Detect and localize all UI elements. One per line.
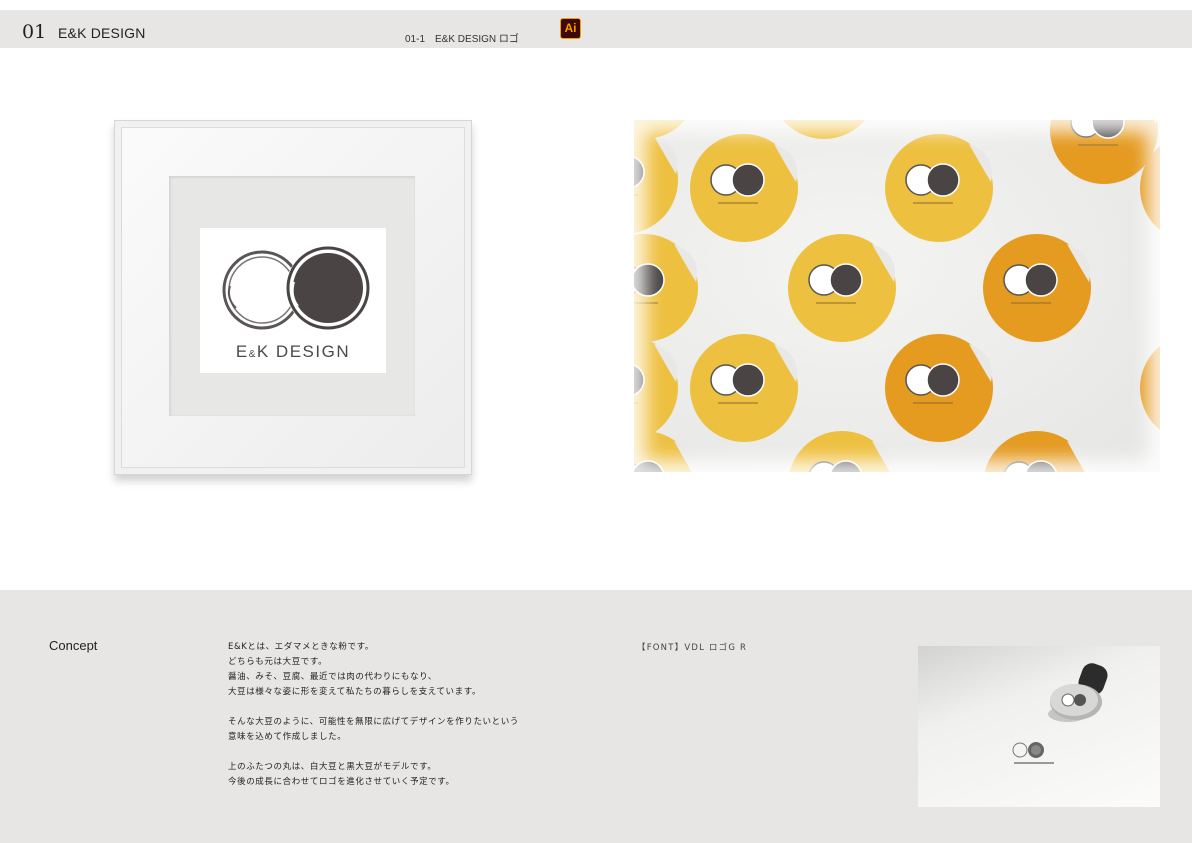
logo-paper: E&K DESIGN [200, 228, 386, 373]
stamp-mockup-photo [918, 646, 1160, 807]
logo-letter-e: E [235, 342, 249, 361]
concept-paragraph-3: 上のふたつの丸は、白大豆と黒大豆がモデルです。 今後の成長に合わせてロゴを進化さ… [228, 760, 519, 790]
font-note: 【FONT】VDL ロゴG R [637, 643, 748, 653]
sticker [1140, 346, 1160, 430]
concept-line: 上のふたつの丸は、白大豆と黒大豆がモデルです。 [228, 762, 437, 772]
sticker [690, 134, 798, 242]
sticker [984, 431, 1090, 472]
sticker [634, 234, 698, 342]
concept-line: 大豆は様々な姿に形を変えて私たちの暮らしを支えています。 [228, 687, 482, 697]
concept-line: 意味を込めて作成しました。 [228, 732, 347, 742]
concept-paragraph-2: そんな大豆のように、可能性を無限に広げてデザインを作りたいという 意味を込めて作… [228, 715, 519, 745]
concept-paragraph-1: E&Kとは、エダマメときな粉です。 どちらも元は大豆です。 醤油、みそ、豆腐、最… [228, 640, 519, 700]
sticker [885, 334, 993, 442]
concept-section: Concept E&Kとは、エダマメときな粉です。 どちらも元は大豆です。 醤油… [0, 590, 1192, 843]
stamp-illustration [1012, 663, 1108, 764]
sticker [788, 234, 896, 342]
sticker [634, 334, 678, 442]
sticker-pattern [634, 120, 1160, 472]
framed-logo-mockup: E&K DESIGN [114, 120, 472, 475]
logo-ampersand: & [248, 349, 257, 360]
concept-line: E&Kとは、エダマメときな粉です。 [228, 642, 374, 652]
logo-letters-k-design: K DESIGN [256, 342, 351, 361]
sticker [690, 334, 798, 442]
logo-circles-icon [222, 246, 370, 330]
sticker [789, 431, 895, 472]
concept-line: 醤油、みそ、豆腐、最近では肉の代わりにもなり、 [228, 672, 437, 682]
section-subtitle: 01-1 E&K DESIGN ロゴ [405, 34, 519, 45]
frame-mat: E&K DESIGN [169, 176, 415, 416]
sticker [634, 120, 686, 139]
concept-text: E&Kとは、エダマメときな粉です。 どちらも元は大豆です。 醤油、みそ、豆腐、最… [228, 640, 519, 805]
illustrator-icon: Ai [560, 18, 581, 39]
sticker [885, 134, 993, 242]
concept-line: どちらも元は大豆です。 [228, 657, 328, 667]
section-number: 01 [22, 21, 47, 43]
sticker [782, 120, 866, 139]
concept-label: Concept [49, 638, 98, 653]
sticker [634, 431, 697, 472]
concept-line: 今後の成長に合わせてロゴを進化させていく予定です。 [228, 777, 455, 787]
sticker-mockup-photo [634, 120, 1160, 472]
header-bar: 01 E&K DESIGN 01-1 E&K DESIGN ロゴ Ai [0, 10, 1192, 48]
sticker [983, 234, 1091, 342]
section-title: E&K DESIGN [58, 25, 146, 41]
sticker [634, 126, 678, 234]
logo-wordmark: E&K DESIGN [200, 342, 386, 362]
concept-line: そんな大豆のように、可能性を無限に広げてデザインを作りたいという [228, 717, 519, 727]
